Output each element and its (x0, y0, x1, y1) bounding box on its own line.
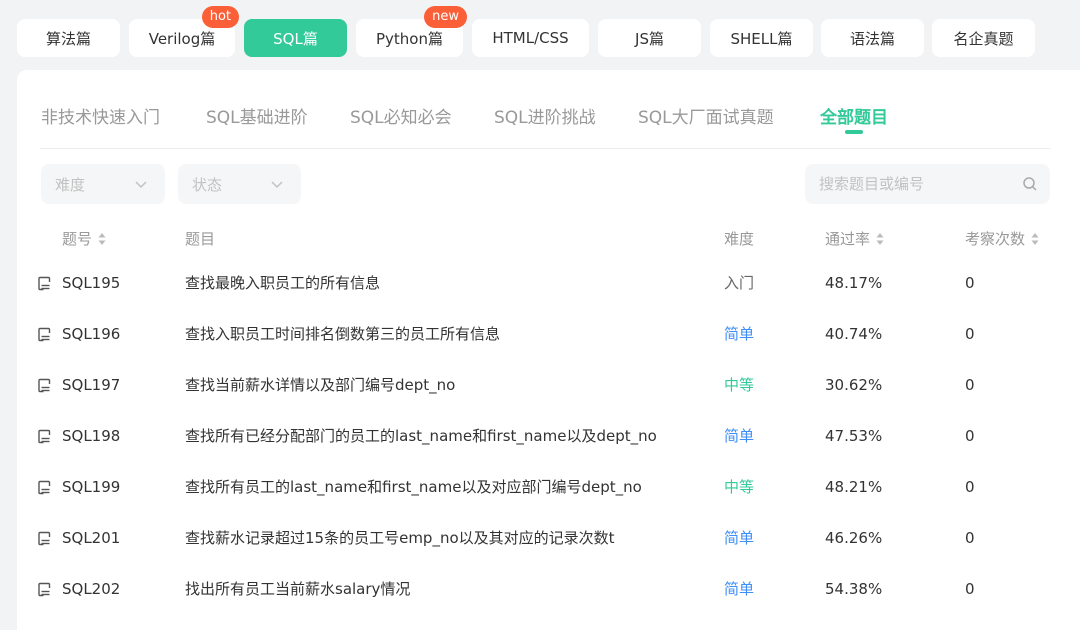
table-row[interactable]: SQL201 查找薪水记录超过15条的员工号emp_no以及其对应的记录次数t 简单… (17, 513, 1080, 564)
problem-difficulty: 中等 (724, 376, 755, 394)
difficulty-select[interactable]: 难度 (41, 164, 165, 204)
problem-doc-icon (38, 582, 51, 597)
problem-pass-rate: 48.17% (825, 274, 883, 292)
sub-tab-sql-basic[interactable]: SQL基础进阶 (206, 103, 308, 128)
problem-id: SQL201 (62, 529, 121, 547)
category-tab-shell[interactable]: SHELL篇 (710, 19, 813, 57)
category-tab-python[interactable]: Python篇 new (356, 6, 467, 57)
problem-difficulty: 简单 (724, 580, 755, 598)
sort-icon (876, 232, 884, 245)
problem-id: SQL197 (62, 376, 121, 394)
problem-pass-rate: 54.38% (825, 580, 883, 598)
problem-difficulty: 简单 (724, 325, 755, 343)
category-tab-html-css[interactable]: HTML/CSS (472, 19, 589, 57)
column-header-exam-count[interactable]: 考察次数 (965, 228, 1039, 249)
sub-tab-sql-interview[interactable]: SQL大厂面试真题 (638, 103, 774, 128)
problem-doc-icon (38, 327, 51, 342)
problem-panel: 非技术快速入门 SQL基础进阶 SQL必知必会 SQL进阶挑战 SQL大厂面试真… (17, 70, 1080, 630)
problem-pass-rate: 47.53% (825, 427, 883, 445)
problem-exam-count: 0 (965, 529, 975, 547)
sort-icon (1031, 232, 1039, 245)
column-header-id[interactable]: 题号 (62, 228, 106, 249)
sub-tab-sql-must-know[interactable]: SQL必知必会 (350, 103, 452, 128)
problem-title[interactable]: 查找所有员工的last_name和first_name以及对应部门编号dept_… (185, 462, 642, 513)
category-bar: 算法篇 Verilog篇 hot SQL篇 Python篇 new HTML/CSS… (0, 0, 1080, 70)
table-row[interactable]: SQL199 查找所有员工的last_name和first_name以及对应部门编… (17, 462, 1080, 513)
problem-id: SQL202 (62, 580, 121, 598)
column-header-pass-rate[interactable]: 通过率 (825, 228, 884, 249)
table-row[interactable]: SQL196 查找入职员工时间排名倒数第三的员工所有信息 简单 40.74% 0 (17, 309, 1080, 360)
table-row[interactable]: SQL197 查找当前薪水详情以及部门编号dept_no 中等 30.62% 0 (17, 360, 1080, 411)
category-tab-js[interactable]: JS篇 (598, 19, 701, 57)
problem-pass-rate: 30.62% (825, 376, 883, 394)
column-header-difficulty: 难度 (724, 230, 755, 248)
problem-title[interactable]: 查找薪水记录超过15条的员工号emp_no以及其对应的记录次数t (185, 513, 615, 564)
problem-pass-rate: 48.21% (825, 478, 883, 496)
category-tab-syntax[interactable]: 语法篇 (821, 19, 924, 57)
divider (40, 148, 1050, 149)
problem-doc-icon (38, 276, 51, 291)
search-box (805, 164, 1050, 204)
column-header-title: 题目 (185, 230, 216, 248)
sub-tab-all-problems[interactable]: 全部题目 (820, 103, 888, 134)
problem-id: SQL199 (62, 478, 121, 496)
category-tab-algorithm[interactable]: 算法篇 (17, 19, 120, 57)
table-row[interactable]: SQL198 查找所有已经分配部门的员工的last_name和first_name… (17, 411, 1080, 462)
problem-title[interactable]: 查找所有已经分配部门的员工的last_name和first_name以及dept… (185, 411, 657, 462)
new-badge: new (424, 6, 467, 28)
category-tab-sql[interactable]: SQL篇 (244, 19, 347, 57)
problem-title[interactable]: 找出所有员工当前薪水salary情况 (185, 564, 410, 615)
problem-exam-count: 0 (965, 478, 975, 496)
problem-title[interactable]: 查找入职员工时间排名倒数第三的员工所有信息 (185, 309, 500, 360)
problem-id: SQL196 (62, 325, 121, 343)
problem-title[interactable]: 查找最晚入职员工的所有信息 (185, 258, 380, 309)
problem-doc-icon (38, 480, 51, 495)
problem-doc-icon (38, 378, 51, 393)
problem-exam-count: 0 (965, 376, 975, 394)
problem-pass-rate: 40.74% (825, 325, 883, 343)
problem-difficulty: 中等 (724, 478, 755, 496)
problem-difficulty: 简单 (724, 427, 755, 445)
sub-tab-sql-advanced[interactable]: SQL进阶挑战 (494, 103, 596, 128)
chevron-down-icon (271, 181, 283, 189)
problem-title[interactable]: 查找当前薪水详情以及部门编号dept_no (185, 360, 455, 411)
table-row[interactable]: SQL202 找出所有员工当前薪水salary情况 简单 54.38% 0 (17, 564, 1080, 615)
hot-badge: hot (201, 6, 239, 28)
search-input[interactable] (805, 164, 1015, 204)
problem-difficulty: 入门 (724, 274, 755, 292)
category-tab-verilog[interactable]: Verilog篇 hot (129, 6, 239, 57)
problem-exam-count: 0 (965, 325, 975, 343)
problem-doc-icon (38, 531, 51, 546)
category-tab-company-exams[interactable]: 名企真题 (932, 19, 1035, 57)
sub-tab-nontech-intro[interactable]: 非技术快速入门 (41, 103, 160, 128)
search-icon[interactable] (1022, 176, 1038, 192)
problem-pass-rate: 46.26% (825, 529, 883, 547)
problem-exam-count: 0 (965, 274, 975, 292)
active-tab-indicator (845, 130, 863, 134)
problem-id: SQL195 (62, 274, 121, 292)
table-row[interactable]: SQL195 查找最晚入职员工的所有信息 入门 48.17% 0 (17, 258, 1080, 309)
problem-difficulty: 简单 (724, 529, 755, 547)
status-select[interactable]: 状态 (178, 164, 301, 204)
problem-doc-icon (38, 429, 51, 444)
problem-exam-count: 0 (965, 427, 975, 445)
chevron-down-icon (135, 181, 147, 189)
problem-id: SQL198 (62, 427, 121, 445)
sort-icon (98, 232, 106, 245)
problem-exam-count: 0 (965, 580, 975, 598)
